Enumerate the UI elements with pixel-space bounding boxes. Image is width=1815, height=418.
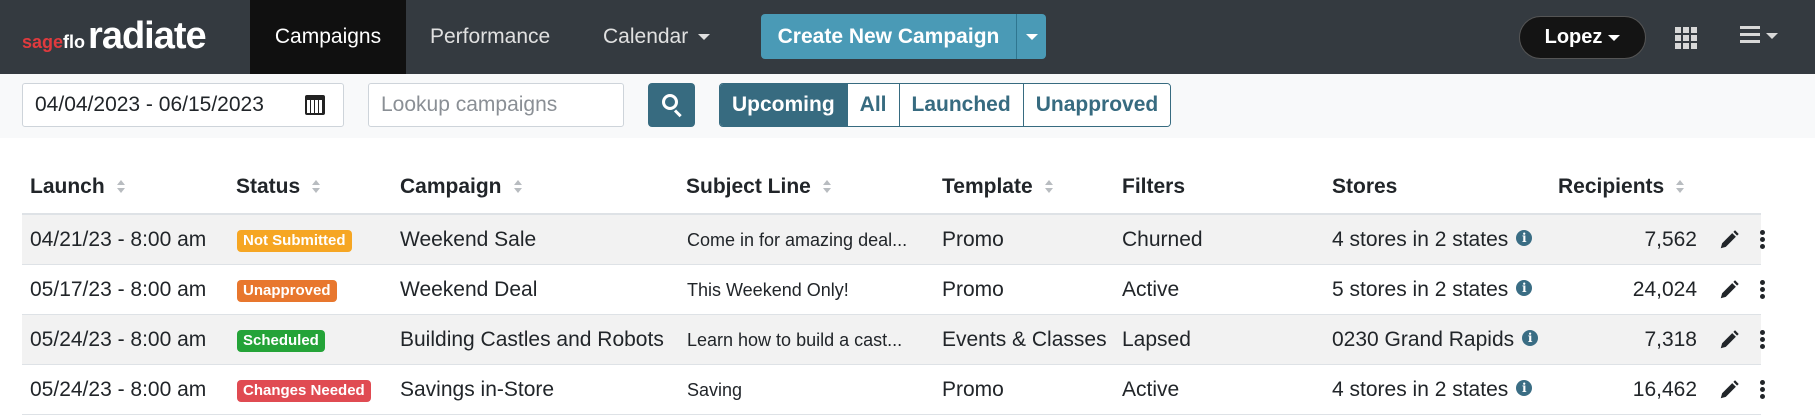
header-recipients[interactable]: Recipients: [1558, 175, 1685, 199]
create-new-campaign-button[interactable]: Create New Campaign: [761, 14, 1016, 59]
recipients-cell: 7,318: [1644, 328, 1697, 351]
launch-cell: 04/21/23 - 8:00 am: [30, 228, 207, 251]
status-badge: Unapproved: [237, 280, 337, 302]
header-launch[interactable]: Launch: [30, 175, 125, 199]
template-cell: Events & Classes: [942, 328, 1107, 351]
campaign-search-input[interactable]: [368, 83, 624, 127]
search-button[interactable]: [648, 83, 695, 127]
subject-line-cell: Learn how to build a cast...: [687, 330, 903, 350]
kebab-icon[interactable]: [1758, 279, 1766, 301]
table-row[interactable]: 05/24/23 - 8:00 am Changes Needed Saving…: [22, 365, 1765, 415]
sort-icon: [513, 180, 522, 194]
nav-performance[interactable]: Performance: [430, 0, 550, 74]
info-icon[interactable]: i: [1516, 280, 1533, 296]
campaign-filter-segments: Upcoming All Launched Unapproved: [719, 83, 1172, 127]
header-stores: Stores: [1332, 175, 1398, 198]
chevron-down-icon: [1766, 33, 1778, 39]
apps-grid-icon[interactable]: [1675, 27, 1697, 49]
date-range-input[interactable]: 04/04/2023 - 06/15/2023: [22, 83, 344, 127]
template-cell: Promo: [942, 278, 1004, 301]
chevron-down-icon: [1608, 34, 1621, 41]
kebab-icon[interactable]: [1758, 229, 1766, 251]
stores-cell: 4 stores in 2 states i: [1332, 215, 1533, 265]
segment-all[interactable]: All: [846, 84, 899, 126]
pencil-icon[interactable]: [1718, 379, 1740, 401]
sort-icon: [116, 180, 125, 194]
brand-logo[interactable]: sageflo radiate: [22, 14, 207, 58]
filter-bar: 04/04/2023 - 06/15/2023 Upcoming All Lau…: [0, 74, 1815, 138]
launch-cell: 05/17/23 - 8:00 am: [30, 278, 207, 301]
stores-cell: 4 stores in 2 states i: [1332, 365, 1533, 415]
filters-cell: Churned: [1122, 228, 1203, 251]
info-icon[interactable]: i: [1522, 330, 1539, 346]
table-row[interactable]: 04/21/23 - 8:00 am Not Submitted Weekend…: [22, 215, 1765, 265]
brand-prefix: sageflo: [22, 32, 86, 52]
filters-cell: Active: [1122, 278, 1180, 301]
header-campaign[interactable]: Campaign: [400, 175, 522, 199]
chevron-down-icon: [1025, 33, 1038, 40]
campaign-name-cell[interactable]: Weekend Sale: [400, 215, 536, 265]
campaign-name-cell[interactable]: Savings in-Store: [400, 365, 554, 415]
campaigns-table: Launch Status Campaign Subject Line Temp…: [22, 162, 1765, 415]
campaign-name-cell[interactable]: Weekend Deal: [400, 265, 537, 315]
kebab-icon[interactable]: [1758, 329, 1766, 351]
status-badge: Not Submitted: [237, 230, 352, 252]
pencil-icon[interactable]: [1718, 229, 1740, 251]
info-icon[interactable]: i: [1516, 230, 1533, 246]
search-icon: [662, 94, 678, 110]
launch-cell: 05/24/23 - 8:00 am: [30, 378, 207, 401]
create-campaign-button-group: Create New Campaign: [761, 14, 1046, 59]
table-body: 04/21/23 - 8:00 am Not Submitted Weekend…: [22, 215, 1765, 415]
brand-name: radiate: [88, 15, 207, 57]
user-menu-button[interactable]: Lopez: [1519, 16, 1646, 59]
filters-cell: Active: [1122, 378, 1180, 401]
sort-icon: [822, 180, 831, 194]
segment-unapproved[interactable]: Unapproved: [1022, 84, 1171, 126]
hamburger-menu-icon[interactable]: [1740, 24, 1780, 48]
top-navbar: sageflo radiate Campaigns Performance Ca…: [0, 0, 1815, 74]
segment-upcoming[interactable]: Upcoming: [720, 84, 847, 126]
sort-icon: [312, 180, 321, 194]
stores-cell: 5 stores in 2 states i: [1332, 265, 1533, 315]
subject-line-cell: Come in for amazing deal...: [687, 230, 908, 250]
nav-campaigns[interactable]: Campaigns: [250, 0, 406, 74]
header-subject-line[interactable]: Subject Line: [686, 175, 831, 199]
status-badge: Changes Needed: [237, 380, 371, 402]
info-icon[interactable]: i: [1516, 380, 1533, 396]
template-cell: Promo: [942, 228, 1004, 251]
campaign-name-cell[interactable]: Building Castles and Robots: [400, 315, 664, 365]
sort-icon: [1044, 180, 1053, 194]
table-header: Launch Status Campaign Subject Line Temp…: [22, 162, 1761, 215]
recipients-cell: 24,024: [1632, 278, 1697, 301]
launch-cell: 05/24/23 - 8:00 am: [30, 328, 207, 351]
header-filters: Filters: [1122, 175, 1186, 198]
recipients-cell: 16,462: [1632, 378, 1697, 401]
sort-icon: [1676, 180, 1685, 194]
table-row[interactable]: 05/17/23 - 8:00 am Unapproved Weekend De…: [22, 265, 1765, 315]
segment-launched[interactable]: Launched: [898, 84, 1023, 126]
template-cell: Promo: [942, 378, 1004, 401]
filters-cell: Lapsed: [1122, 328, 1191, 351]
status-badge: Scheduled: [237, 330, 325, 352]
pencil-icon[interactable]: [1718, 279, 1740, 301]
calendar-icon[interactable]: [305, 95, 325, 115]
nav-calendar-dropdown[interactable]: Calendar: [603, 0, 711, 74]
subject-line-cell: This Weekend Only!: [687, 280, 849, 300]
table-row[interactable]: 05/24/23 - 8:00 am Scheduled Building Ca…: [22, 315, 1765, 365]
kebab-icon[interactable]: [1758, 379, 1766, 401]
chevron-down-icon: [698, 34, 711, 41]
subject-line-cell: Saving: [687, 380, 743, 400]
stores-cell: 0230 Grand Rapids i: [1332, 315, 1539, 365]
header-template[interactable]: Template: [942, 175, 1053, 199]
recipients-cell: 7,562: [1644, 228, 1697, 251]
create-campaign-dropdown-toggle[interactable]: [1016, 14, 1046, 59]
header-status[interactable]: Status: [236, 175, 321, 199]
pencil-icon[interactable]: [1718, 329, 1740, 351]
